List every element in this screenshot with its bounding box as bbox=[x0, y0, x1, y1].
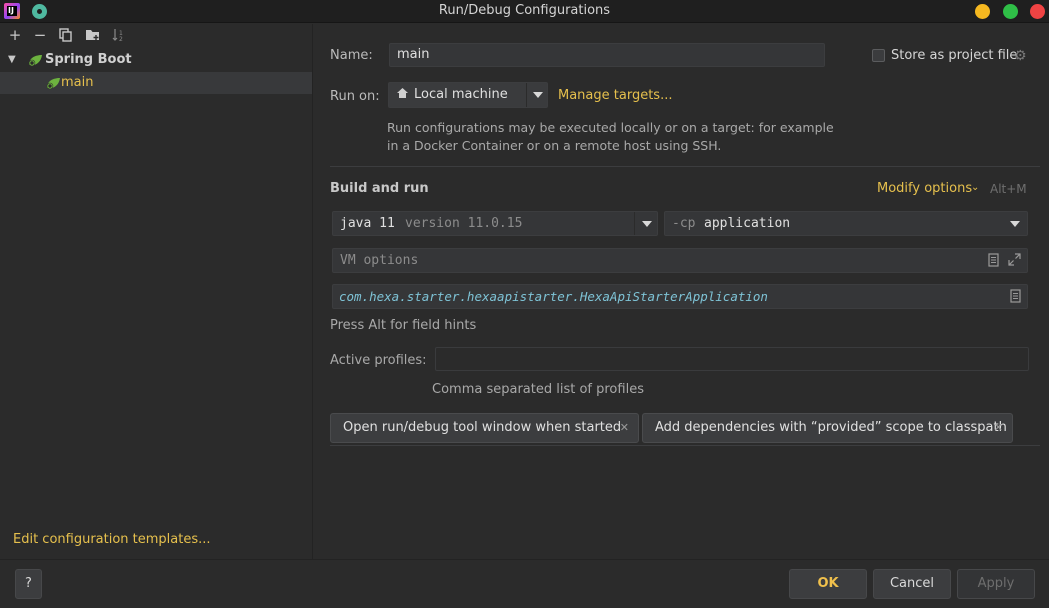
spring-boot-icon bbox=[27, 54, 42, 67]
modify-options-shortcut: Alt+M bbox=[990, 182, 1027, 196]
vm-options-placeholder: VM options bbox=[340, 253, 419, 268]
chevron-down-icon bbox=[533, 92, 543, 98]
chip-label: Add dependencies with “provided” scope t… bbox=[655, 420, 1007, 435]
apply-button[interactable]: Apply bbox=[957, 569, 1035, 599]
expand-icon[interactable] bbox=[1008, 253, 1021, 270]
modify-options-link[interactable]: Modify options bbox=[877, 181, 972, 196]
configurations-sidebar: + − 12 ▼ Spring Boot main Edit configura… bbox=[0, 24, 313, 559]
ok-button[interactable]: OK bbox=[789, 569, 867, 599]
cp-value: application bbox=[704, 216, 791, 231]
tree-item-main[interactable]: main bbox=[0, 72, 312, 94]
vm-options-input[interactable]: VM options bbox=[332, 248, 1028, 273]
chip-label: Open run/debug tool window when started bbox=[343, 420, 622, 435]
close-icon[interactable]: ✕ bbox=[994, 414, 1003, 442]
document-icon[interactable] bbox=[1010, 289, 1021, 307]
jdk-name: java 11 bbox=[340, 216, 395, 231]
tree-item-spring-boot[interactable]: ▼ Spring Boot bbox=[0, 49, 312, 71]
add-icon[interactable]: + bbox=[6, 26, 24, 44]
jdk-version: version 11.0.15 bbox=[405, 216, 523, 231]
help-button[interactable]: ? bbox=[15, 569, 42, 599]
tree-group-label: Spring Boot bbox=[45, 52, 132, 67]
cancel-button[interactable]: Cancel bbox=[873, 569, 951, 599]
maximize-button[interactable] bbox=[1003, 4, 1018, 19]
tree-child-label: main bbox=[61, 75, 94, 90]
chevron-down-icon bbox=[642, 221, 652, 227]
new-folder-icon[interactable] bbox=[84, 26, 102, 44]
field-hints-text: Press Alt for field hints bbox=[330, 318, 477, 333]
divider bbox=[330, 166, 1040, 167]
chevron-down-icon: ⌄ bbox=[971, 182, 980, 193]
home-icon bbox=[396, 87, 409, 103]
edit-templates-link[interactable]: Edit configuration templates... bbox=[13, 532, 211, 547]
manage-targets-link[interactable]: Manage targets... bbox=[558, 88, 672, 103]
main-class-value: com.hexa.starter.hexaapistarter.HexaApiS… bbox=[339, 289, 768, 304]
gear-icon[interactable]: ⚙ bbox=[1014, 48, 1027, 64]
run-on-hint-line-1: Run configurations may be executed local… bbox=[387, 120, 834, 135]
configuration-form: Name: main Store as project file ⚙ Run o… bbox=[314, 24, 1049, 559]
run-on-hint-line-2: in a Docker Container or on a remote hos… bbox=[387, 138, 722, 153]
document-icon[interactable] bbox=[988, 253, 999, 271]
run-on-value: Local machine bbox=[414, 87, 508, 102]
store-as-project-label: Store as project file bbox=[891, 48, 1018, 63]
sort-icon[interactable]: 12 bbox=[110, 26, 128, 44]
active-profiles-label: Active profiles: bbox=[330, 353, 427, 368]
close-icon[interactable]: ✕ bbox=[620, 414, 629, 442]
close-window-button[interactable] bbox=[1030, 4, 1045, 19]
name-label: Name: bbox=[330, 48, 373, 63]
svg-text:2: 2 bbox=[119, 36, 123, 42]
profiles-hint: Comma separated list of profiles bbox=[432, 382, 644, 397]
active-profiles-input[interactable] bbox=[435, 347, 1029, 371]
jdk-select[interactable]: java 11 version 11.0.15 bbox=[332, 211, 658, 236]
remove-icon[interactable]: − bbox=[31, 26, 49, 44]
title-bar: IJ Run/Debug Configurations bbox=[0, 0, 1049, 23]
name-value: main bbox=[397, 47, 430, 62]
option-chip-provided-scope[interactable]: Add dependencies with “provided” scope t… bbox=[642, 413, 1013, 443]
minimize-button[interactable] bbox=[975, 4, 990, 19]
copy-icon[interactable] bbox=[57, 26, 75, 44]
chevron-down-icon[interactable]: ▼ bbox=[8, 49, 16, 71]
store-as-project-checkbox[interactable] bbox=[872, 49, 885, 62]
sidebar-toolbar: + − 12 bbox=[0, 24, 312, 48]
option-chip-open-tool-window[interactable]: Open run/debug tool window when started … bbox=[330, 413, 639, 443]
chevron-down-icon bbox=[1010, 221, 1020, 227]
cp-flag: -cp bbox=[672, 216, 696, 231]
build-and-run-heading: Build and run bbox=[330, 181, 429, 196]
classpath-select[interactable]: -cp application bbox=[664, 211, 1028, 236]
name-input[interactable]: main bbox=[389, 43, 825, 67]
run-on-label: Run on: bbox=[330, 89, 380, 104]
spring-boot-run-icon bbox=[45, 77, 60, 90]
divider bbox=[330, 445, 1040, 446]
run-on-select[interactable]: Local machine bbox=[388, 82, 548, 108]
window-title: Run/Debug Configurations bbox=[438, 3, 611, 18]
main-class-input[interactable]: com.hexa.starter.hexaapistarter.HexaApiS… bbox=[332, 284, 1028, 309]
dialog-button-bar: ? OK Cancel Apply bbox=[0, 559, 1049, 608]
